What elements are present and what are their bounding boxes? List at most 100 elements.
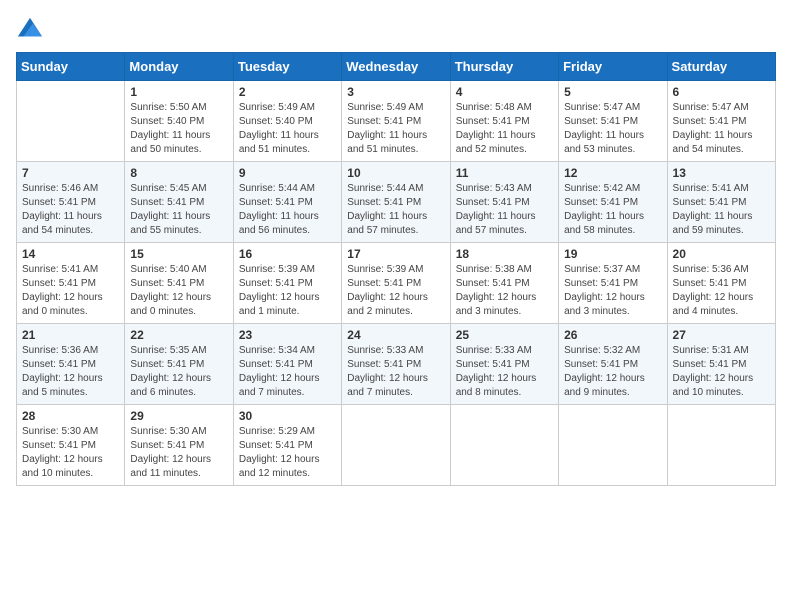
calendar-cell: 23Sunrise: 5:34 AM Sunset: 5:41 PM Dayli…: [233, 324, 341, 405]
day-info: Sunrise: 5:44 AM Sunset: 5:41 PM Dayligh…: [347, 182, 444, 238]
day-info: Sunrise: 5:30 AM Sunset: 5:41 PM Dayligh…: [130, 425, 227, 481]
day-number: 18: [456, 247, 553, 261]
day-number: 4: [456, 85, 553, 99]
calendar-cell: 17 Sunrise: 5:39 AM Sunset: 5:41 PM Dayli…: [342, 243, 450, 324]
day-number: 13: [673, 166, 770, 180]
day-info: Sunrise: 5:46 AM Sunset: 5:41 PM Dayligh…: [22, 182, 119, 238]
week-row-0: 1 Sunrise: 5:50 AM Sunset: 5:40 PM Daylig…: [17, 81, 776, 162]
day-number: 19: [564, 247, 661, 261]
day-info: Sunrise: 5:49 AM Sunset: 5:41 PM Dayligh…: [347, 101, 444, 157]
calendar-cell: 14 Sunrise: 5:41 AM Sunset: 5:41 PM Dayli…: [17, 243, 125, 324]
day-number: 1: [130, 85, 227, 99]
page-header: [16, 16, 776, 44]
calendar-cell: 19 Sunrise: 5:37 AM Sunset: 5:41 PM Dayli…: [559, 243, 667, 324]
week-row-3: 21 Sunrise: 5:36 AM Sunset: 5:41 PM Dayli…: [17, 324, 776, 405]
day-info: Sunrise: 5:33 AM Sunset: 5:41 PM Dayligh…: [456, 344, 553, 400]
calendar-cell: 26 Sunrise: 5:32 AM Sunset: 5:41 PM Dayli…: [559, 324, 667, 405]
calendar-cell: 28 Sunrise: 5:30 AM Sunset: 5:41 PM Dayli…: [17, 405, 125, 486]
day-number: 20: [673, 247, 770, 261]
calendar-cell: 3Sunrise: 5:49 AM Sunset: 5:41 PM Daylig…: [342, 81, 450, 162]
calendar-cell: 11 Sunrise: 5:43 AM Sunset: 5:41 PM Dayli…: [450, 162, 558, 243]
calendar-cell: 18 Sunrise: 5:38 AM Sunset: 5:41 PM Dayli…: [450, 243, 558, 324]
calendar-cell: 22Sunrise: 5:35 AM Sunset: 5:41 PM Dayli…: [125, 324, 233, 405]
day-number: 2: [239, 85, 336, 99]
day-number: 16: [239, 247, 336, 261]
day-info: Sunrise: 5:41 AM Sunset: 5:41 PM Dayligh…: [673, 182, 770, 238]
calendar-cell: 6 Sunrise: 5:47 AM Sunset: 5:41 PM Daylig…: [667, 81, 775, 162]
calendar-cell: [667, 405, 775, 486]
day-header-friday: Friday: [559, 53, 667, 81]
day-info: Sunrise: 5:29 AM Sunset: 5:41 PM Dayligh…: [239, 425, 336, 481]
day-number: 30: [239, 409, 336, 423]
day-number: 5: [564, 85, 661, 99]
calendar-cell: 15 Sunrise: 5:40 AM Sunset: 5:41 PM Dayli…: [125, 243, 233, 324]
day-info: Sunrise: 5:40 AM Sunset: 5:41 PM Dayligh…: [130, 263, 227, 319]
day-info: Sunrise: 5:48 AM Sunset: 5:41 PM Dayligh…: [456, 101, 553, 157]
calendar-cell: [342, 405, 450, 486]
day-number: 14: [22, 247, 119, 261]
day-header-saturday: Saturday: [667, 53, 775, 81]
week-row-4: 28 Sunrise: 5:30 AM Sunset: 5:41 PM Dayli…: [17, 405, 776, 486]
calendar-cell: 24Sunrise: 5:33 AM Sunset: 5:41 PM Dayli…: [342, 324, 450, 405]
calendar-cell: 10 Sunrise: 5:44 AM Sunset: 5:41 PM Dayli…: [342, 162, 450, 243]
calendar-cell: 30 Sunrise: 5:29 AM Sunset: 5:41 PM Dayli…: [233, 405, 341, 486]
day-info: Sunrise: 5:30 AM Sunset: 5:41 PM Dayligh…: [22, 425, 119, 481]
calendar-cell: 7 Sunrise: 5:46 AM Sunset: 5:41 PM Daylig…: [17, 162, 125, 243]
day-info: Sunrise: 5:38 AM Sunset: 5:41 PM Dayligh…: [456, 263, 553, 319]
calendar-cell: 13 Sunrise: 5:41 AM Sunset: 5:41 PM Dayli…: [667, 162, 775, 243]
day-info: Sunrise: 5:50 AM Sunset: 5:40 PM Dayligh…: [130, 101, 227, 157]
calendar-cell: [559, 405, 667, 486]
day-header-row: SundayMondayTuesdayWednesdayThursdayFrid…: [17, 53, 776, 81]
day-number: 24: [347, 328, 444, 342]
day-info: Sunrise: 5:45 AM Sunset: 5:41 PM Dayligh…: [130, 182, 227, 238]
day-header-wednesday: Wednesday: [342, 53, 450, 81]
day-info: Sunrise: 5:44 AM Sunset: 5:41 PM Dayligh…: [239, 182, 336, 238]
calendar-cell: 12Sunrise: 5:42 AM Sunset: 5:41 PM Dayli…: [559, 162, 667, 243]
day-header-sunday: Sunday: [17, 53, 125, 81]
calendar-cell: 8Sunrise: 5:45 AM Sunset: 5:41 PM Daylig…: [125, 162, 233, 243]
logo: [16, 16, 48, 44]
day-number: 28: [22, 409, 119, 423]
day-info: Sunrise: 5:42 AM Sunset: 5:41 PM Dayligh…: [564, 182, 661, 238]
calendar: SundayMondayTuesdayWednesdayThursdayFrid…: [16, 52, 776, 486]
day-info: Sunrise: 5:47 AM Sunset: 5:41 PM Dayligh…: [564, 101, 661, 157]
calendar-cell: 21 Sunrise: 5:36 AM Sunset: 5:41 PM Dayli…: [17, 324, 125, 405]
day-info: Sunrise: 5:32 AM Sunset: 5:41 PM Dayligh…: [564, 344, 661, 400]
day-info: Sunrise: 5:39 AM Sunset: 5:41 PM Dayligh…: [347, 263, 444, 319]
calendar-body: 1 Sunrise: 5:50 AM Sunset: 5:40 PM Daylig…: [17, 81, 776, 486]
day-number: 11: [456, 166, 553, 180]
calendar-cell: 20Sunrise: 5:36 AM Sunset: 5:41 PM Dayli…: [667, 243, 775, 324]
day-number: 6: [673, 85, 770, 99]
day-number: 21: [22, 328, 119, 342]
day-number: 25: [456, 328, 553, 342]
calendar-cell: 4 Sunrise: 5:48 AM Sunset: 5:41 PM Daylig…: [450, 81, 558, 162]
calendar-cell: 1 Sunrise: 5:50 AM Sunset: 5:40 PM Daylig…: [125, 81, 233, 162]
week-row-2: 14 Sunrise: 5:41 AM Sunset: 5:41 PM Dayli…: [17, 243, 776, 324]
calendar-header: SundayMondayTuesdayWednesdayThursdayFrid…: [17, 53, 776, 81]
day-number: 27: [673, 328, 770, 342]
calendar-cell: [450, 405, 558, 486]
day-info: Sunrise: 5:47 AM Sunset: 5:41 PM Dayligh…: [673, 101, 770, 157]
day-number: 17: [347, 247, 444, 261]
week-row-1: 7 Sunrise: 5:46 AM Sunset: 5:41 PM Daylig…: [17, 162, 776, 243]
day-info: Sunrise: 5:43 AM Sunset: 5:41 PM Dayligh…: [456, 182, 553, 238]
day-number: 26: [564, 328, 661, 342]
day-info: Sunrise: 5:37 AM Sunset: 5:41 PM Dayligh…: [564, 263, 661, 319]
day-info: Sunrise: 5:49 AM Sunset: 5:40 PM Dayligh…: [239, 101, 336, 157]
calendar-cell: 16 Sunrise: 5:39 AM Sunset: 5:41 PM Dayli…: [233, 243, 341, 324]
day-info: Sunrise: 5:41 AM Sunset: 5:41 PM Dayligh…: [22, 263, 119, 319]
day-number: 15: [130, 247, 227, 261]
day-header-monday: Monday: [125, 53, 233, 81]
calendar-cell: 5 Sunrise: 5:47 AM Sunset: 5:41 PM Daylig…: [559, 81, 667, 162]
day-info: Sunrise: 5:35 AM Sunset: 5:41 PM Dayligh…: [130, 344, 227, 400]
day-number: 7: [22, 166, 119, 180]
logo-icon: [16, 16, 44, 44]
day-number: 10: [347, 166, 444, 180]
calendar-cell: 9Sunrise: 5:44 AM Sunset: 5:41 PM Daylig…: [233, 162, 341, 243]
day-info: Sunrise: 5:31 AM Sunset: 5:41 PM Dayligh…: [673, 344, 770, 400]
day-info: Sunrise: 5:39 AM Sunset: 5:41 PM Dayligh…: [239, 263, 336, 319]
calendar-cell: 27 Sunrise: 5:31 AM Sunset: 5:41 PM Dayli…: [667, 324, 775, 405]
day-header-thursday: Thursday: [450, 53, 558, 81]
day-header-tuesday: Tuesday: [233, 53, 341, 81]
day-info: Sunrise: 5:36 AM Sunset: 5:41 PM Dayligh…: [22, 344, 119, 400]
